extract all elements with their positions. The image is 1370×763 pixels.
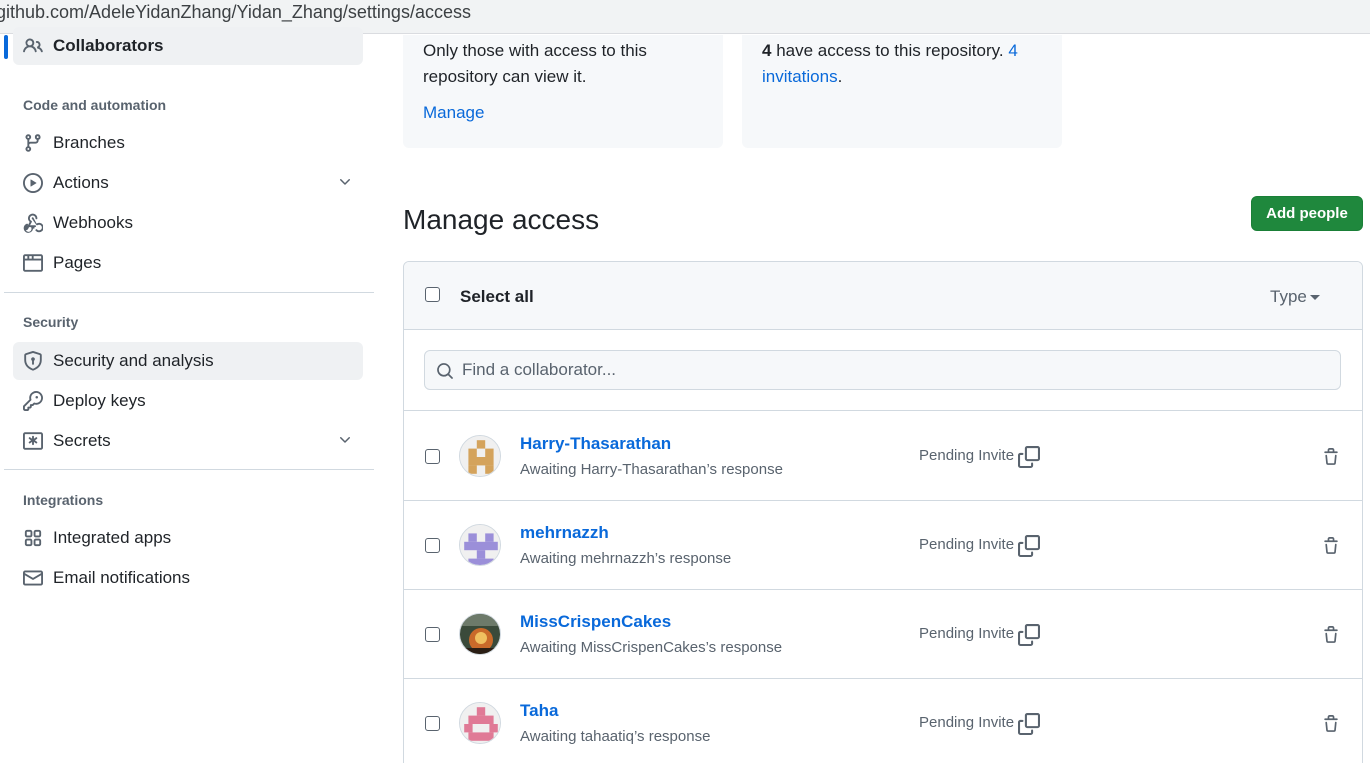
access-summary: 4 have access to this repository. 4 invi… [762,38,1052,90]
access-text: have access to this repository. [771,41,1009,60]
avatar [459,524,501,566]
collaborator-row: Taha Awaiting tahaatiq’s response Pendin… [404,679,1362,763]
collaborator-status: Awaiting Harry-Thasarathan’s response [520,461,783,478]
play-icon [23,173,43,193]
section-heading-integrations: Integrations [23,492,104,508]
mail-icon [23,570,43,586]
visibility-card: Only those with access to this repositor… [403,35,723,148]
page-title: Manage access [403,204,600,235]
select-all-label[interactable]: Select all [460,287,534,307]
copy-icon[interactable] [1018,624,1040,646]
row-checkbox[interactable] [425,538,440,553]
row-checkbox[interactable] [425,627,440,642]
sidebar-item-branches[interactable]: Branches [13,124,363,162]
webhook-icon [23,213,43,233]
trash-icon[interactable] [1322,536,1340,556]
collaborator-status: Awaiting MissCrispenCakes’s response [520,639,783,656]
type-filter-label: Type [1270,287,1307,306]
sidebar-item-label: Integrated apps [53,528,172,547]
key-icon [23,391,43,411]
trash-icon[interactable] [1322,714,1340,734]
sidebar-item-label: Actions [53,173,109,192]
branch-icon [25,134,41,152]
collaborator-row: mehrnazzh Awaiting mehrnazzh’s response … [404,501,1362,590]
role-label: Pending Invite [919,447,1015,464]
avatar [459,435,501,477]
search-section [404,331,1362,411]
sidebar-divider [4,292,374,293]
search-icon [437,363,453,379]
sidebar-item-label: Collaborators [53,36,164,55]
chevron-down-icon[interactable] [337,174,353,190]
apps-icon [24,529,42,547]
collaborators-header: Select all Type [404,262,1362,330]
section-heading-security: Security [23,314,79,330]
avatar [459,702,501,744]
section-heading-code-automation: Code and automation [23,97,167,113]
chevron-down-icon[interactable] [337,432,353,448]
sidebar-item-webhooks[interactable]: Webhooks [13,204,363,242]
active-indicator [4,35,8,59]
manage-visibility-link[interactable]: Manage [423,103,484,123]
type-filter-dropdown[interactable]: Type [1270,287,1320,307]
collaborator-status: Awaiting tahaatiq’s response [520,728,711,745]
collaborator-name-link[interactable]: Taha [520,701,558,721]
sidebar-item-label: Security and analysis [53,351,214,370]
search-input[interactable] [462,351,1332,389]
sidebar-item-label: Secrets [53,431,111,450]
sidebar-item-actions[interactable]: Actions [13,164,363,202]
collaborator-row: Harry-Thasarathan Awaiting Harry-Thasara… [404,412,1362,501]
copy-icon[interactable] [1018,713,1040,735]
select-all-checkbox[interactable] [425,287,440,302]
row-checkbox[interactable] [425,716,440,731]
add-people-button[interactable]: Add people [1251,196,1363,231]
sidebar-item-label: Pages [53,253,102,272]
trash-icon[interactable] [1322,625,1340,645]
caret-down-icon [1309,295,1320,301]
collaborator-search[interactable] [424,350,1341,390]
avatar [459,613,501,655]
access-suffix: . [837,67,843,86]
role-label: Pending Invite [919,536,1015,553]
collaborator-name-link[interactable]: MissCrispenCakes [520,612,671,632]
address-bar-url[interactable]: github.com/AdeleYidanZhang/Yidan_Zhang/s… [0,1,471,23]
sidebar-item-collaborators[interactable]: Collaborators [13,27,363,65]
copy-icon[interactable] [1018,535,1040,557]
sidebar-item-pages[interactable]: Pages [13,244,363,282]
sidebar-item-label: Deploy keys [53,391,146,410]
asterisk-icon [23,432,43,450]
sidebar-item-secrets[interactable]: Secrets [13,422,363,460]
people-icon [23,38,43,53]
sidebar-item-email-notifications[interactable]: Email notifications [13,559,363,597]
collaborator-status: Awaiting mehrnazzh’s response [520,550,732,567]
sidebar-item-label: Webhooks [53,213,134,232]
shield-icon [24,351,42,371]
sidebar-item-deploy-keys[interactable]: Deploy keys [13,382,363,420]
row-checkbox[interactable] [425,449,440,464]
access-card: 4 have access to this repository. 4 invi… [742,35,1062,148]
collaborator-row: MissCrispenCakes Awaiting MissCrispenCak… [404,590,1362,679]
role-label: Pending Invite [919,625,1015,642]
trash-icon[interactable] [1322,447,1340,467]
sidebar-item-label: Email notifications [53,568,191,587]
sidebar-item-security-analysis[interactable]: Security and analysis [13,342,363,380]
browser-icon [23,254,43,272]
collaborator-name-link[interactable]: mehrnazzh [520,523,609,543]
role-label: Pending Invite [919,714,1015,731]
sidebar-item-label: Branches [53,133,125,152]
sidebar-item-integrated-apps[interactable]: Integrated apps [13,519,363,557]
visibility-text: Only those with access to this repositor… [423,41,647,86]
copy-icon[interactable] [1018,446,1040,468]
sidebar-divider [4,469,374,470]
collaborator-name-link[interactable]: Harry-Thasarathan [520,434,671,454]
collaborators-box: Select all Type Harry-Thasarathan Awaiti… [403,261,1363,763]
